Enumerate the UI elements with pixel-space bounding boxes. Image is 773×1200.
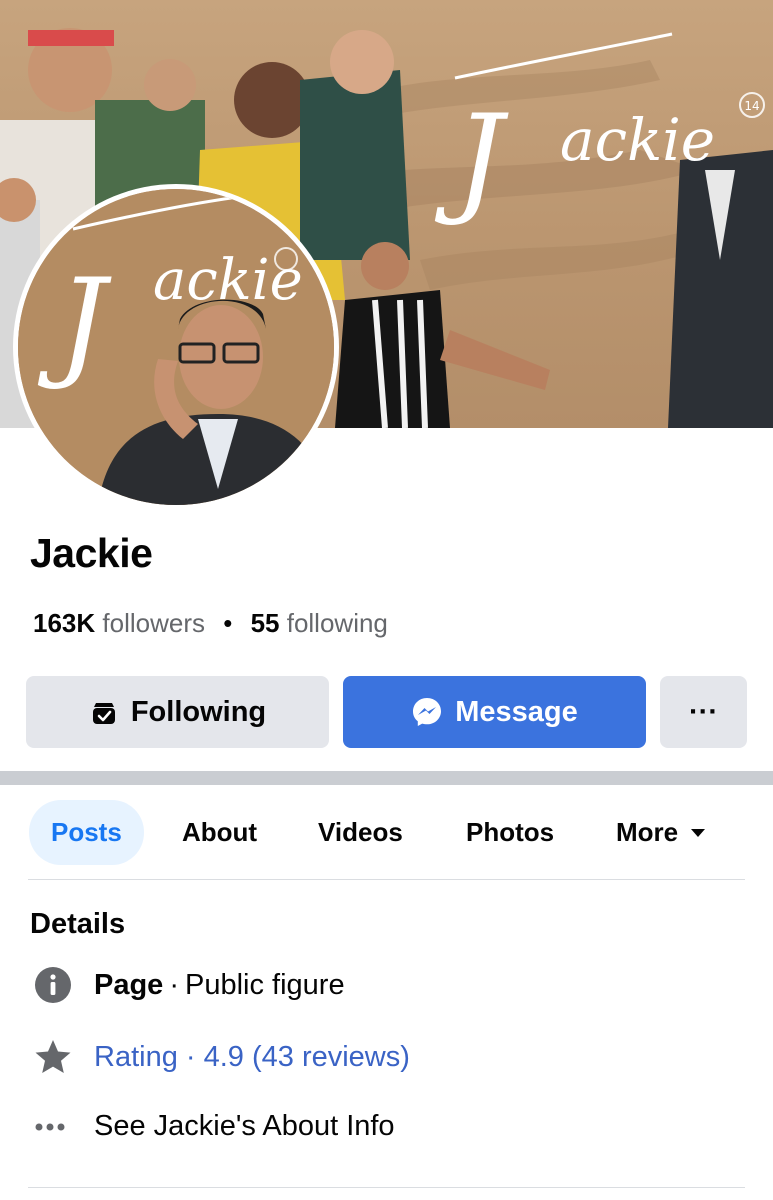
page-type-label: Page <box>94 968 164 1001</box>
tab-videos[interactable]: Videos <box>318 800 403 865</box>
details-divider <box>28 1187 745 1188</box>
details-about-row[interactable]: See Jackie's About Info <box>30 1110 395 1143</box>
follow-stats: 163K followers • 55 following <box>33 608 388 639</box>
profile-tabs: Posts About Videos Photos More <box>28 800 745 865</box>
dots-icon <box>34 1121 82 1133</box>
page-title: Jackie <box>30 530 153 576</box>
tab-posts[interactable]: Posts <box>29 800 144 865</box>
cover-figure-6 <box>668 150 773 428</box>
rating-link[interactable]: Rating · 4.9 (43 reviews) <box>94 1041 410 1074</box>
page-separator: · <box>169 968 179 1001</box>
followers-label[interactable]: followers <box>102 608 205 638</box>
message-button-label: Message <box>455 695 578 728</box>
cover-badge: 14 <box>744 99 759 113</box>
avatar-art: J ackie <box>18 189 334 505</box>
profile-avatar[interactable]: J ackie <box>18 189 334 505</box>
more-dots-icon: ··· <box>689 695 718 728</box>
following-count[interactable]: 55 <box>251 608 280 638</box>
message-button[interactable]: Message <box>343 676 646 748</box>
following-button-label: Following <box>130 695 267 728</box>
messenger-icon <box>411 696 443 728</box>
details-heading: Details <box>30 908 126 940</box>
following-button[interactable]: Following <box>26 676 329 748</box>
cover-wordmark-j: J <box>434 90 509 229</box>
tabs-divider <box>28 879 745 880</box>
info-icon <box>34 966 82 1004</box>
following-label[interactable]: following <box>287 608 388 638</box>
star-icon <box>34 1038 82 1076</box>
following-check-icon <box>89 697 119 727</box>
tab-about[interactable]: About <box>182 800 257 865</box>
stats-separator: • <box>223 608 233 638</box>
more-options-button[interactable]: ··· <box>660 676 747 748</box>
details-page-row: Page · Public figure <box>30 966 345 1004</box>
profile-avatar-frame[interactable]: J ackie <box>13 184 339 510</box>
page-category: Public figure <box>185 968 345 1001</box>
tab-more-label: More <box>616 817 679 847</box>
section-divider <box>0 771 773 785</box>
tab-photos[interactable]: Photos <box>466 800 554 865</box>
tab-more[interactable]: More <box>616 800 706 865</box>
cover-wordmark-text: ackie <box>560 106 715 174</box>
details-rating-row[interactable]: Rating · 4.9 (43 reviews) <box>30 1038 410 1076</box>
svg-text:ackie: ackie <box>153 248 303 313</box>
caret-down-icon <box>690 827 706 839</box>
about-info-link[interactable]: See Jackie's About Info <box>94 1110 395 1143</box>
followers-count[interactable]: 163K <box>33 608 95 638</box>
